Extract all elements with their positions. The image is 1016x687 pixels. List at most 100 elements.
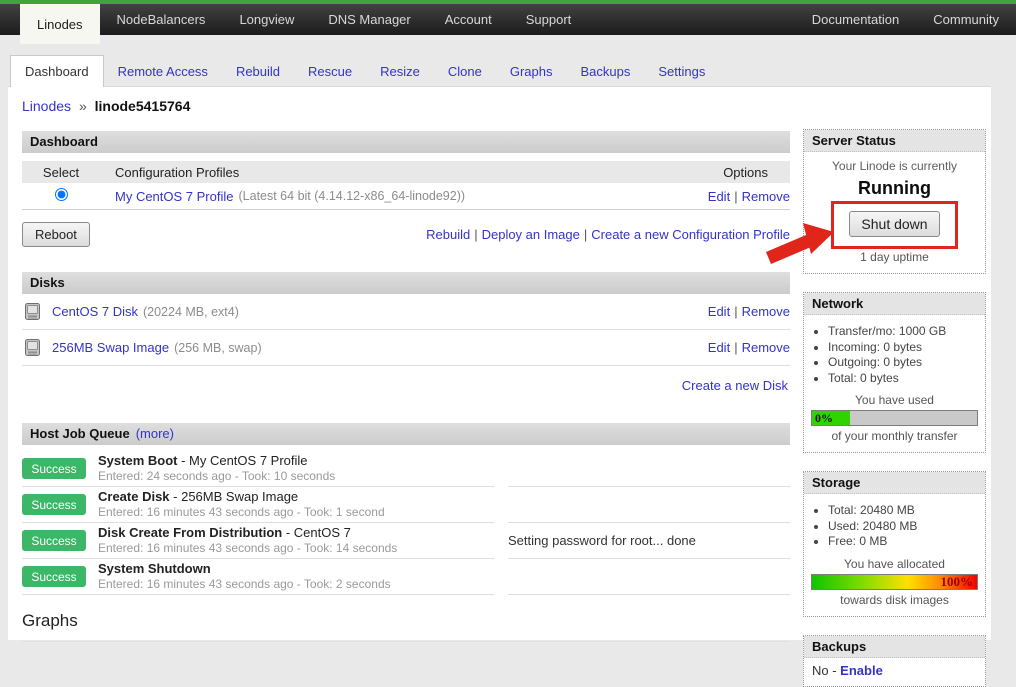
disk-name-link[interactable]: CentOS 7 Disk [52, 304, 138, 319]
storage-stat: Used: 20480 MB [828, 519, 978, 534]
storage-usage-bar: 100% [811, 574, 978, 590]
pipe-separator: | [734, 340, 737, 355]
storage-box: Storage Total: 20480 MB Used: 20480 MB F… [803, 471, 986, 617]
create-new-disk-link[interactable]: Create a new Disk [682, 378, 788, 393]
tab-settings[interactable]: Settings [644, 57, 719, 87]
column-configuration-profiles: Configuration Profiles [100, 165, 239, 180]
disk-remove-link[interactable]: Remove [742, 304, 790, 319]
backups-box: Backups No - Enable [803, 635, 986, 687]
disk-row: 256MB Swap Image (256 MB, swap) Edit|Rem… [22, 330, 790, 366]
hard-drive-icon [24, 303, 43, 320]
disk-remove-link[interactable]: Remove [742, 340, 790, 355]
job-message [508, 451, 790, 487]
profile-edit-link[interactable]: Edit [708, 189, 730, 204]
job-message: Setting password for root... done [508, 523, 790, 559]
pipe-separator: | [474, 227, 477, 242]
tab-remote-access[interactable]: Remote Access [104, 57, 222, 87]
network-stat: Transfer/mo: 1000 GB [828, 324, 978, 339]
breadcrumb-separator: » [79, 98, 87, 114]
job-detail: - 256MB Swap Image [170, 489, 299, 504]
network-used-label: You have used [811, 393, 978, 407]
tab-rebuild[interactable]: Rebuild [222, 57, 294, 87]
storage-stat: Total: 20480 MB [828, 503, 978, 518]
content-card: Linodes » linode5415764 Dashboard Select… [8, 86, 991, 640]
tab-rescue[interactable]: Rescue [294, 57, 366, 87]
disk-detail: (20224 MB, ext4) [143, 305, 239, 319]
host-job-queue-header: Host Job Queue (more) [22, 423, 790, 445]
more-link[interactable]: (more) [136, 423, 174, 445]
network-box: Network Transfer/mo: 1000 GB Incoming: 0… [803, 292, 986, 453]
job-timing: Entered: 24 seconds ago - Took: 10 secon… [98, 469, 335, 484]
network-title: Network [804, 293, 985, 315]
disk-edit-link[interactable]: Edit [708, 340, 730, 355]
success-badge: Success [22, 458, 86, 479]
disk-edit-link[interactable]: Edit [708, 304, 730, 319]
success-badge: Success [22, 530, 86, 551]
pipe-separator: | [584, 227, 587, 242]
success-badge: Success [22, 566, 86, 587]
dashboard-section-title: Dashboard [30, 131, 98, 153]
tab-resize[interactable]: Resize [366, 57, 434, 87]
job-title: System Shutdown [98, 561, 211, 576]
profile-radio[interactable] [55, 188, 68, 201]
annotation-arrow-icon [766, 221, 838, 268]
nav-dns-manager[interactable]: DNS Manager [311, 4, 427, 35]
tab-dashboard[interactable]: Dashboard [10, 55, 104, 87]
reboot-button[interactable]: Reboot [22, 222, 90, 247]
server-status-line: Your Linode is currently [811, 159, 978, 173]
dashboard-section-header: Dashboard [22, 131, 790, 153]
network-stat: Total: 0 bytes [828, 371, 978, 386]
job-detail: - My CentOS 7 Profile [177, 453, 307, 468]
disk-row: CentOS 7 Disk (20224 MB, ext4) Edit|Remo… [22, 294, 790, 330]
profile-radio-cell [22, 188, 100, 204]
network-stats-list: Transfer/mo: 1000 GB Incoming: 0 bytes O… [811, 324, 978, 385]
disks-section-title: Disks [30, 272, 65, 294]
job-row: Success System Shutdown Entered: 16 minu… [22, 559, 790, 595]
network-usage-bar: 0% [811, 410, 978, 426]
job-timing: Entered: 16 minutes 43 seconds ago - Too… [98, 505, 385, 520]
network-stat: Incoming: 0 bytes [828, 340, 978, 355]
nav-account[interactable]: Account [428, 4, 509, 35]
pipe-separator: | [734, 189, 737, 204]
profile-options: Edit | Remove [708, 189, 790, 204]
backups-enable-link[interactable]: Enable [840, 663, 883, 678]
config-profile-row: My CentOS 7 Profile (Latest 64 bit (4.14… [22, 183, 790, 210]
profile-detail: (Latest 64 bit (4.14.12-x86_64-linode92)… [239, 189, 466, 203]
host-job-queue-title: Host Job Queue [30, 423, 130, 445]
tab-graphs[interactable]: Graphs [496, 57, 567, 87]
disk-options: Edit|Remove [708, 304, 790, 319]
tab-clone[interactable]: Clone [434, 57, 496, 87]
nav-nodebalancers[interactable]: NodeBalancers [100, 4, 223, 35]
tab-backups[interactable]: Backups [566, 57, 644, 87]
create-disk-row: Create a new Disk [22, 378, 790, 393]
storage-alloc-suffix: towards disk images [811, 593, 978, 607]
nav-support[interactable]: Support [509, 4, 589, 35]
network-used-suffix: of your monthly transfer [811, 429, 978, 443]
nav-community[interactable]: Community [916, 4, 1016, 35]
breadcrumb-linodes-link[interactable]: Linodes [22, 98, 71, 114]
breadcrumb-current: linode5415764 [95, 98, 191, 114]
backups-status: No - [812, 663, 840, 678]
nav-longview[interactable]: Longview [222, 4, 311, 35]
network-usage-fill: 0% [812, 411, 850, 425]
storage-alloc-label: You have allocated [811, 557, 978, 571]
rebuild-link[interactable]: Rebuild [426, 227, 470, 242]
create-config-profile-link[interactable]: Create a new Configuration Profile [591, 227, 790, 242]
disks-section: Disks CentOS 7 Disk (20224 MB, ext4) Edi… [22, 272, 790, 393]
job-message [508, 487, 790, 523]
job-row: Success Disk Create From Distribution - … [22, 523, 790, 559]
disk-name-link[interactable]: 256MB Swap Image [52, 340, 169, 355]
job-message [508, 559, 790, 595]
disks-section-header: Disks [22, 272, 790, 294]
storage-stats-list: Total: 20480 MB Used: 20480 MB Free: 0 M… [811, 503, 978, 549]
profile-name-link[interactable]: My CentOS 7 Profile [100, 189, 234, 204]
dashboard-action-links: Rebuild | Deploy an Image | Create a new Con… [426, 227, 790, 242]
host-job-queue-section: Host Job Queue (more) Success System Boo… [22, 423, 790, 595]
storage-usage-fill: 100% [812, 575, 977, 589]
column-select: Select [22, 165, 100, 180]
nav-linodes[interactable]: Linodes [20, 4, 100, 44]
nav-documentation[interactable]: Documentation [795, 4, 916, 35]
deploy-image-link[interactable]: Deploy an Image [482, 227, 580, 242]
shut-down-button[interactable]: Shut down [849, 211, 939, 237]
profile-remove-link[interactable]: Remove [742, 189, 790, 204]
